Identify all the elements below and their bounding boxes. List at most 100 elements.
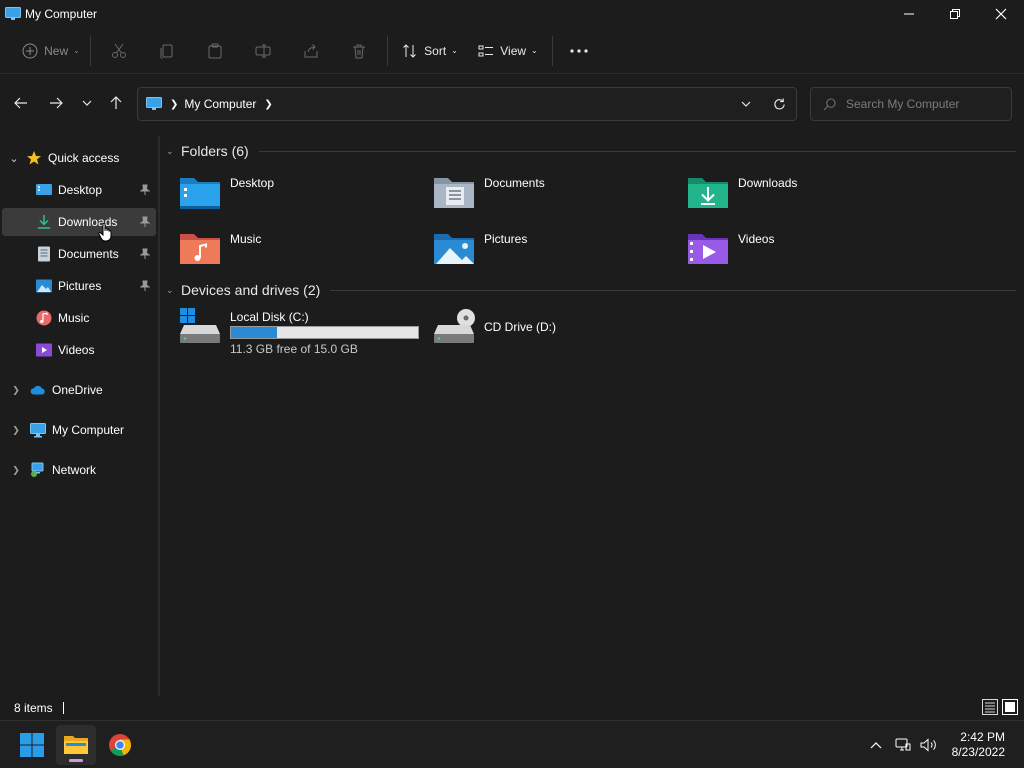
sidebar-item-quick-access[interactable]: ⌄ Quick access: [2, 144, 156, 172]
sidebar-item-videos[interactable]: Videos: [2, 336, 156, 364]
sidebar-item-desktop[interactable]: Desktop: [2, 176, 156, 204]
documents-icon: [36, 246, 52, 262]
sidebar-item-network[interactable]: ❯ Network: [2, 456, 156, 484]
chevron-right-icon[interactable]: ❯: [2, 465, 30, 476]
navigation-pane: ⌄ Quick access Desktop Downloads Documen…: [0, 136, 158, 696]
drive-usage-fill: [231, 327, 278, 338]
start-button[interactable]: [12, 725, 52, 765]
delete-button[interactable]: [335, 34, 383, 68]
share-icon: [304, 43, 318, 57]
address-bar[interactable]: ❯ My Computer ❯: [137, 87, 797, 121]
window-title: My Computer: [25, 7, 98, 21]
windows-logo-icon: [20, 733, 44, 757]
sidebar-item-my-computer[interactable]: ❯ My Computer: [2, 416, 156, 444]
sidebar-item-label: OneDrive: [52, 383, 103, 397]
music-folder-icon: [180, 234, 220, 264]
chevron-right-icon[interactable]: ❯: [2, 425, 30, 436]
window-controls: [886, 0, 1024, 28]
chevron-down-icon: [82, 100, 92, 106]
sidebar-item-label: Desktop: [58, 183, 103, 197]
clock[interactable]: 2:42 PM 8/23/2022: [952, 730, 1005, 760]
chevron-right-icon[interactable]: ❯: [264, 99, 272, 110]
volume-button[interactable]: [916, 725, 942, 765]
pictures-icon: [36, 278, 52, 294]
downloads-folder-icon: [688, 178, 728, 208]
close-button[interactable]: [978, 0, 1024, 28]
sidebar-item-onedrive[interactable]: ❯ OneDrive: [2, 376, 156, 404]
pin-icon: [140, 248, 150, 259]
chevron-down-icon[interactable]: ⌄: [2, 152, 26, 165]
search-icon: [823, 97, 836, 110]
ethernet-icon: [895, 738, 911, 751]
chevron-down-icon: ⌄: [73, 46, 80, 55]
trash-icon: [353, 44, 365, 58]
sort-button[interactable]: Sort ⌄: [392, 34, 468, 68]
divider: [258, 150, 1016, 152]
drive-info: Local Disk (C:) 11.3 GB free of 15.0 GB: [230, 310, 419, 356]
chevron-down-icon[interactable]: ⌄: [166, 146, 178, 157]
sidebar-item-label: Documents: [58, 247, 119, 261]
scissors-icon: [112, 43, 126, 58]
paste-button[interactable]: [191, 34, 239, 68]
divider: [330, 289, 1016, 291]
music-icon: [36, 310, 52, 326]
pane-splitter[interactable]: [158, 136, 160, 696]
sidebar-item-music[interactable]: Music: [2, 304, 156, 332]
minimize-icon: [904, 13, 914, 15]
documents-folder-icon: [434, 178, 474, 208]
folder-tile-music[interactable]: Music: [162, 228, 412, 276]
drive-tile-local-disk[interactable]: Local Disk (C:) 11.3 GB free of 15.0 GB: [162, 308, 422, 356]
hard-drive-icon: [180, 308, 220, 343]
new-button[interactable]: New ⌄: [16, 34, 86, 68]
cut-button[interactable]: [95, 34, 143, 68]
search-input[interactable]: Search My Computer: [846, 97, 959, 111]
restore-button[interactable]: [932, 0, 978, 28]
copy-button[interactable]: [143, 34, 191, 68]
taskbar-file-explorer[interactable]: [56, 725, 96, 765]
sidebar-item-downloads[interactable]: Downloads: [2, 208, 156, 242]
folder-name: Pictures: [484, 232, 528, 246]
show-hidden-icons-button[interactable]: [862, 725, 890, 765]
folder-tile-documents[interactable]: Documents: [416, 172, 666, 220]
network-status-button[interactable]: [890, 725, 916, 765]
breadcrumb-my-computer[interactable]: My Computer: [184, 97, 256, 111]
sort-icon: [403, 43, 416, 58]
taskbar-chrome[interactable]: [100, 725, 140, 765]
minimize-button[interactable]: [886, 0, 932, 28]
refresh-button[interactable]: [762, 88, 796, 120]
address-history-button[interactable]: [730, 88, 762, 120]
forward-button[interactable]: [41, 88, 71, 118]
search-box[interactable]: Search My Computer: [810, 87, 1012, 121]
more-options-button[interactable]: [557, 34, 601, 68]
folder-tile-desktop[interactable]: Desktop: [162, 172, 412, 220]
chevron-right-icon[interactable]: ❯: [2, 385, 30, 396]
drive-tile-cd-drive[interactable]: CD Drive (D:): [416, 308, 666, 356]
up-button[interactable]: [101, 88, 131, 118]
chevron-down-icon[interactable]: ⌄: [166, 285, 178, 296]
share-button[interactable]: [287, 34, 335, 68]
folder-tile-pictures[interactable]: Pictures: [416, 228, 666, 276]
folder-tile-downloads[interactable]: Downloads: [670, 172, 920, 220]
pin-icon: [140, 184, 150, 195]
group-header-folders[interactable]: ⌄ Folders (6): [166, 139, 1016, 163]
back-button[interactable]: [6, 88, 36, 118]
taskbar: 2:42 PM 8/23/2022: [0, 720, 1024, 768]
sidebar-item-label: Videos: [58, 343, 95, 357]
sort-label: Sort: [424, 43, 447, 58]
details-view-icon[interactable]: [982, 699, 998, 715]
tiles-view-icon[interactable]: [1002, 699, 1018, 715]
sidebar-item-pictures[interactable]: Pictures: [2, 272, 156, 300]
rename-button[interactable]: [239, 34, 287, 68]
recent-locations-button[interactable]: [72, 88, 102, 118]
view-button[interactable]: View ⌄: [468, 34, 548, 68]
desktop-folder-icon: [180, 178, 220, 209]
folder-tile-videos[interactable]: Videos: [670, 228, 920, 276]
item-count: 8 items: [14, 701, 53, 715]
group-header-drives[interactable]: ⌄ Devices and drives (2): [166, 278, 1016, 302]
divider: [62, 702, 64, 714]
view-icon: [478, 45, 494, 56]
clock-time: 2:42 PM: [960, 730, 1005, 744]
sidebar-item-documents[interactable]: Documents: [2, 240, 156, 268]
pin-icon: [140, 280, 150, 291]
command-bar: New ⌄ Sort ⌄ View ⌄: [0, 28, 1024, 74]
